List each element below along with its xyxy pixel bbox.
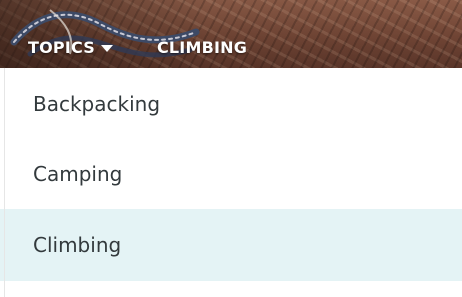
header-banner: TOPICS CLIMBING: [0, 0, 462, 68]
page: TOPICS CLIMBING Backpacking Camping Clim…: [0, 0, 462, 297]
menu-item-label: Backpacking: [33, 92, 161, 116]
menu-bottom-spacer: [0, 281, 462, 297]
current-topic-label: CLIMBING: [156, 37, 248, 57]
topics-label: TOPICS: [28, 37, 95, 57]
caret-down-icon: [100, 44, 113, 52]
menu-item-label: Climbing: [33, 233, 122, 257]
menu-item-climbing[interactable]: Climbing: [0, 209, 462, 281]
menu-item-camping[interactable]: Camping: [0, 138, 462, 210]
topics-dropdown-toggle[interactable]: TOPICS: [28, 38, 113, 57]
topics-dropdown-menu: Backpacking Camping Climbing: [0, 68, 462, 297]
nav-link-climbing[interactable]: CLIMBING: [157, 38, 247, 57]
menu-item-backpacking[interactable]: Backpacking: [0, 68, 462, 140]
menu-item-label: Camping: [33, 162, 123, 186]
menu-left-border: [4, 68, 5, 297]
top-nav: TOPICS CLIMBING: [0, 32, 247, 62]
